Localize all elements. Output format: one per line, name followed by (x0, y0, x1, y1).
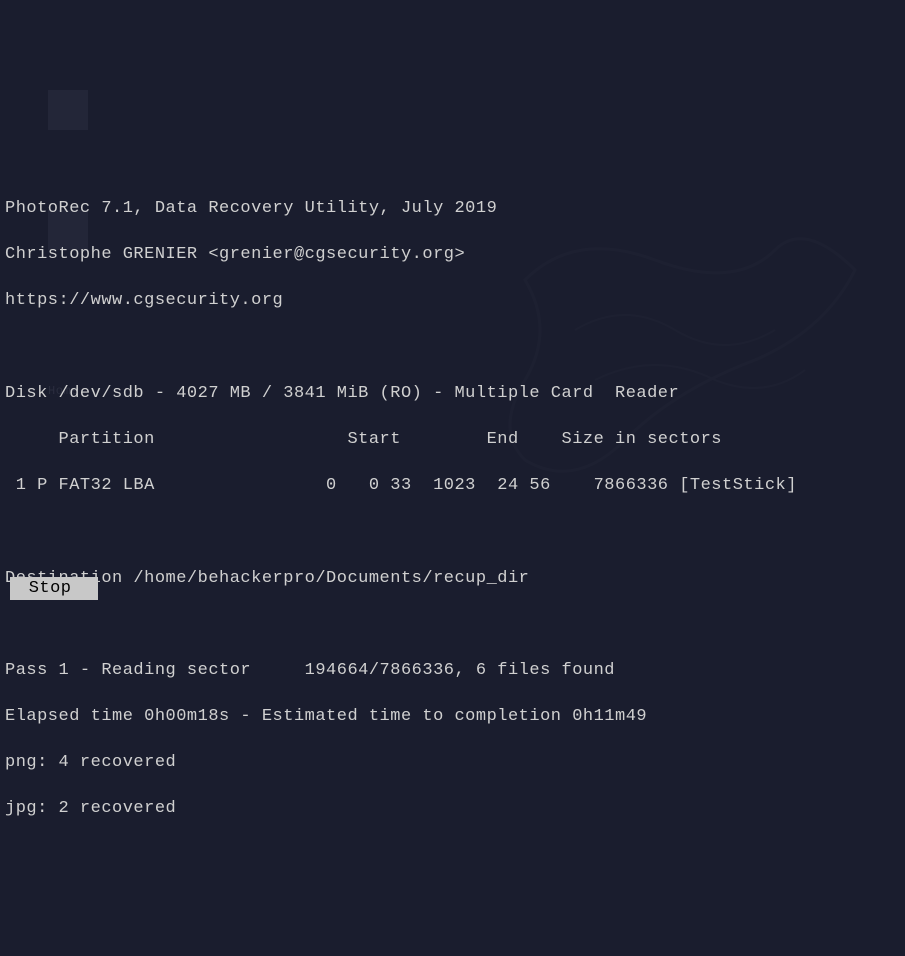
blank-line (5, 334, 900, 361)
destination-line: Destination /home/behackerpro/Documents/… (5, 565, 900, 592)
partition-table-header: Partition Start End Size in sectors (5, 426, 900, 453)
progress-pass-line: Pass 1 - Reading sector 194664/7866336, … (5, 657, 900, 684)
blank-line (5, 518, 900, 545)
website-line: https://www.cgsecurity.org (5, 287, 900, 314)
app-title-line: PhotoRec 7.1, Data Recovery Utility, Jul… (5, 195, 900, 222)
jpg-recovered-line: jpg: 2 recovered (5, 795, 900, 822)
author-line: Christophe GRENIER <grenier@cgsecurity.o… (5, 241, 900, 268)
progress-time-line: Elapsed time 0h00m18s - Estimated time t… (5, 703, 900, 730)
desktop-icon-trash (48, 90, 88, 130)
png-recovered-line: png: 4 recovered (5, 749, 900, 776)
disk-info-line: Disk /dev/sdb - 4027 MB / 3841 MiB (RO) … (5, 380, 900, 407)
partition-row: 1 P FAT32 LBA 0 0 33 1023 24 56 7866336 … (5, 472, 900, 499)
stop-button[interactable]: Stop (10, 577, 98, 600)
blank-line (5, 611, 900, 638)
